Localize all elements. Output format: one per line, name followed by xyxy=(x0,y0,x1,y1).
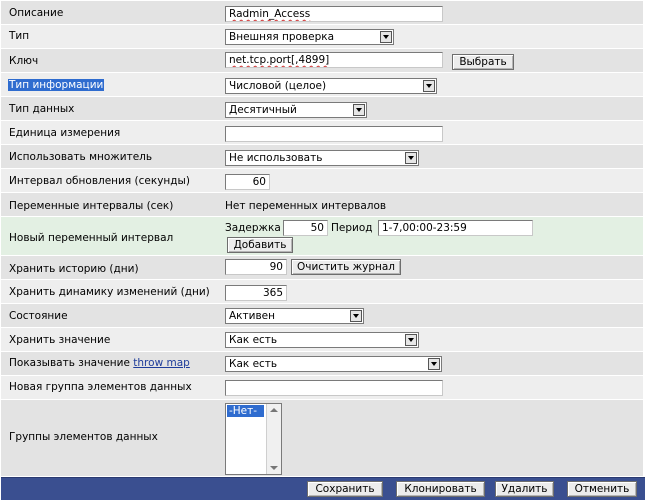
delete-button[interactable]: Удалить xyxy=(495,481,554,497)
status-label: Состояние xyxy=(9,310,68,322)
row-type: Тип Внешняя проверка xyxy=(1,25,643,48)
data-type-select-value: Десятичный xyxy=(229,104,297,116)
row-applications: Группы элементов данных -Нет- xyxy=(1,400,643,476)
item-form: Описание Radmin_Access Тип Внешняя прове… xyxy=(1,1,645,500)
data-type-select[interactable]: Десятичный xyxy=(225,102,367,118)
cancel-button[interactable]: Отменить xyxy=(567,481,637,497)
show-value-select-value: Как есть xyxy=(229,358,278,370)
clone-button[interactable]: Клонировать xyxy=(396,481,485,497)
row-update-interval: Интервал обновления (секунды) 60 xyxy=(1,169,643,192)
flexible-intervals-label: Переменные интервалы (сек) xyxy=(9,200,174,212)
save-button[interactable]: Сохранить xyxy=(307,481,383,497)
status-select[interactable]: Активен xyxy=(225,308,364,324)
chevron-down-icon xyxy=(423,80,435,92)
status-select-value: Активен xyxy=(229,310,275,322)
new-application-input[interactable] xyxy=(225,380,443,396)
row-flexible-intervals: Переменные интервалы (сек) Нет переменны… xyxy=(1,193,643,216)
units-label: Единица измерения xyxy=(9,127,121,139)
listbox-scrollbar[interactable] xyxy=(266,404,281,474)
update-interval-input[interactable]: 60 xyxy=(225,174,270,190)
type-label: Тип xyxy=(9,30,30,42)
store-value-label: Хранить значение xyxy=(9,334,111,346)
row-data-type: Тип данных Десятичный xyxy=(1,97,643,120)
period-label: Период xyxy=(331,222,373,234)
row-description: Описание Radmin_Access xyxy=(1,1,643,24)
multiplier-label: Использовать множитель xyxy=(9,151,153,163)
row-show-value: Показывать значение throw map Как есть xyxy=(1,352,643,375)
row-multiplier: Использовать множитель Не использовать xyxy=(1,145,643,168)
trends-label: Хранить динамику изменений (дни) xyxy=(9,286,210,298)
type-select-value: Внешняя проверка xyxy=(229,31,335,43)
multiplier-select[interactable]: Не использовать xyxy=(225,150,419,166)
new-application-label: Новая группа элементов данных xyxy=(9,381,192,393)
description-input[interactable]: Radmin_Access xyxy=(225,6,443,22)
units-input[interactable] xyxy=(225,126,443,142)
info-type-label: Тип информации xyxy=(8,79,105,91)
update-interval-label: Интервал обновления (секунды) xyxy=(9,175,190,187)
applications-label: Группы элементов данных xyxy=(9,431,158,443)
key-label: Ключ xyxy=(9,55,39,67)
history-label: Хранить историю (дни) xyxy=(9,263,139,275)
scroll-down-icon[interactable] xyxy=(270,466,278,470)
chevron-down-icon xyxy=(405,152,417,164)
store-value-select-value: Как есть xyxy=(229,334,278,346)
row-key: Ключ net.tcp.port[,4899] Выбрать xyxy=(1,49,643,72)
scroll-up-icon[interactable] xyxy=(270,408,278,412)
select-key-button[interactable]: Выбрать xyxy=(452,54,514,70)
form-footer: Сохранить Клонировать Удалить Отменить xyxy=(1,477,645,500)
delay-label: Задержка xyxy=(225,222,281,234)
show-value-label-text: Показывать значение xyxy=(9,357,130,369)
add-interval-button[interactable]: Добавить xyxy=(227,237,293,253)
show-value-select[interactable]: Как есть xyxy=(225,356,442,372)
info-type-select[interactable]: Числовой (целое) xyxy=(225,78,437,94)
applications-listbox[interactable]: -Нет- xyxy=(225,403,282,475)
info-type-select-value: Числовой (целое) xyxy=(229,80,327,92)
flexible-intervals-value: Нет переменных интервалов xyxy=(225,200,387,212)
description-label: Описание xyxy=(9,7,64,19)
row-status: Состояние Активен xyxy=(1,304,643,327)
type-select[interactable]: Внешняя проверка xyxy=(225,29,394,45)
trends-input[interactable]: 365 xyxy=(225,285,287,301)
chevron-down-icon xyxy=(353,104,365,116)
row-units: Единица измерения xyxy=(1,121,643,144)
clear-history-button[interactable]: Очистить журнал xyxy=(291,259,401,275)
data-type-label: Тип данных xyxy=(9,103,75,115)
multiplier-select-value: Не использовать xyxy=(229,152,323,164)
key-input[interactable]: net.tcp.port[,4899] xyxy=(225,52,443,68)
row-new-application: Новая группа элементов данных xyxy=(1,376,643,399)
chevron-down-icon xyxy=(380,31,392,43)
throw-map-link[interactable]: throw map xyxy=(133,357,190,369)
row-info-type: Тип информации Числовой (целое) xyxy=(1,73,643,96)
history-input[interactable]: 90 xyxy=(225,259,287,275)
store-value-select[interactable]: Как есть xyxy=(225,332,419,348)
row-trends: Хранить динамику изменений (дни) 365 xyxy=(1,280,643,303)
show-value-label: Показывать значение throw map xyxy=(9,357,190,369)
row-store-value: Хранить значение Как есть xyxy=(1,328,643,351)
chevron-down-icon xyxy=(405,334,417,346)
period-input[interactable]: 1-7,00:00-23:59 xyxy=(378,220,533,236)
row-new-flexible-interval: Новый переменный интервал Задержка 50 Пе… xyxy=(1,217,643,255)
chevron-down-icon xyxy=(350,310,362,322)
chevron-down-icon xyxy=(428,358,440,370)
new-flexible-label: Новый переменный интервал xyxy=(9,232,174,244)
applications-option[interactable]: -Нет- xyxy=(227,405,264,417)
row-history: Хранить историю (дни) 90 Очистить журнал xyxy=(1,256,643,279)
delay-input[interactable]: 50 xyxy=(283,220,328,236)
